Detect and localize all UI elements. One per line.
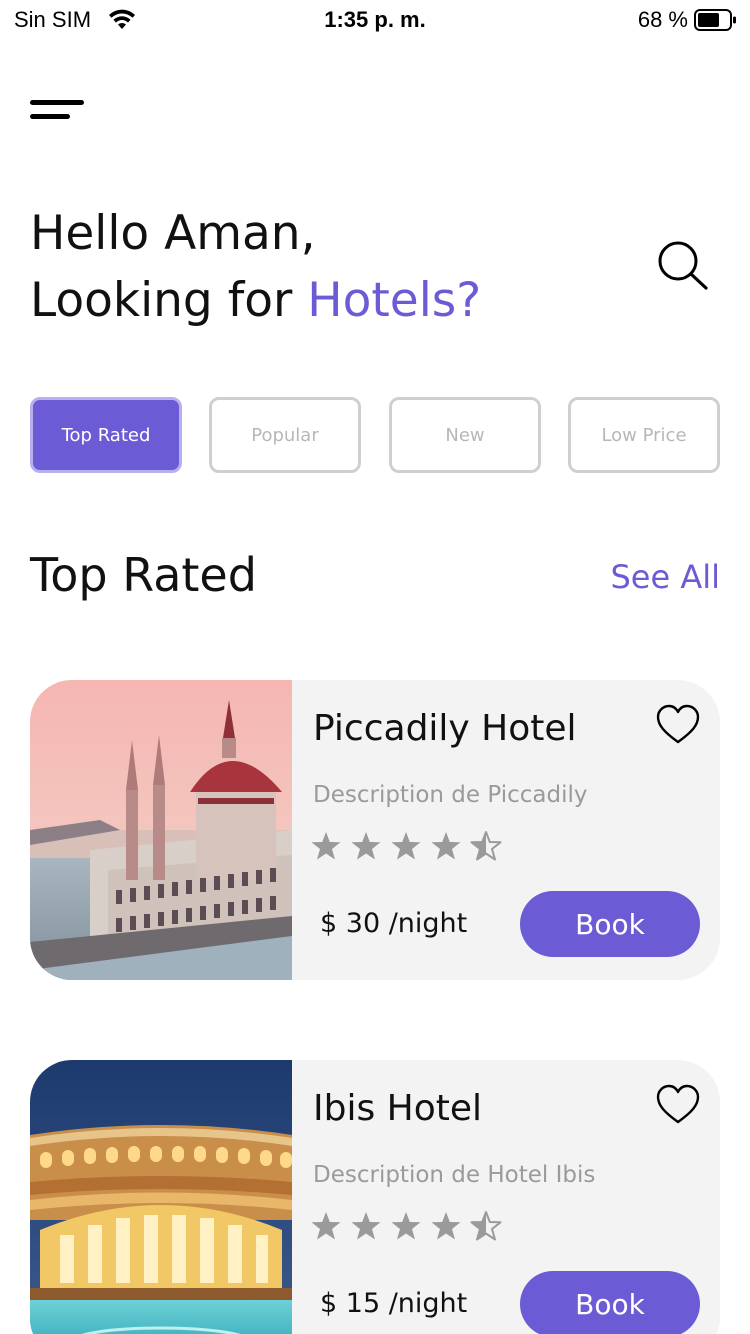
hotel-description: Description de Hotel Ibis [313,1162,596,1188]
star-rating [310,830,502,870]
battery-icon [694,9,736,31]
star-full-icon [391,832,421,860]
battery-percent: 68 % [637,7,688,32]
greeting-highlight: Hotels? [307,273,482,328]
star-half-icon [470,1211,502,1241]
menu-line [30,114,70,119]
book-button[interactable]: Book [520,1271,700,1334]
star-full-icon [311,1212,341,1240]
filter-chip-low-price[interactable]: Low Price [568,397,720,473]
hotel-name: Ibis Hotel [313,1088,483,1129]
see-all-link[interactable]: See All [610,558,720,596]
star-full-icon [351,1212,381,1240]
hotel-image [30,680,292,980]
heart-icon[interactable] [656,704,700,746]
star-full-icon [351,832,381,860]
star-half-icon [470,831,502,861]
star-full-icon [431,1212,461,1240]
star-rating [310,1210,502,1250]
hotel-card[interactable]: Piccadily Hotel Description de Piccadily… [30,680,720,980]
parliament-illustration [30,680,292,980]
filter-chip-new[interactable]: New [389,397,541,473]
section-title: Top Rated [30,548,257,602]
resort-illustration [30,1060,292,1334]
book-button[interactable]: Book [520,891,700,957]
menu-icon[interactable] [30,97,86,127]
hotel-price: $ 30 /night [320,908,468,939]
hotel-image [30,1060,292,1334]
heart-icon[interactable] [656,1084,700,1126]
filter-chip-popular[interactable]: Popular [209,397,361,473]
filter-chip-top-rated[interactable]: Top Rated [30,397,182,473]
greeting: Hello Aman, Looking for Hotels? [30,200,481,334]
home-screen: Sin SIM 1:35 p. m. 68 % Hello Aman, Look… [0,0,750,1334]
menu-line [30,100,84,105]
greeting-line2: Looking for Hotels? [30,267,481,334]
hotel-price: $ 15 /night [320,1288,468,1319]
greeting-prefix: Looking for [30,273,308,328]
status-bar: Sin SIM 1:35 p. m. 68 % [0,0,750,42]
star-full-icon [391,1212,421,1240]
hotel-name: Piccadily Hotel [313,708,577,749]
filter-chips: Top Rated Popular New Low Price [30,397,720,473]
hotel-description: Description de Piccadily [313,782,588,808]
star-full-icon [311,832,341,860]
search-icon[interactable] [655,238,709,292]
star-full-icon [431,832,461,860]
greeting-line1: Hello Aman, [30,206,316,261]
hotel-card[interactable]: Ibis Hotel Description de Hotel Ibis $ 1… [30,1060,720,1334]
